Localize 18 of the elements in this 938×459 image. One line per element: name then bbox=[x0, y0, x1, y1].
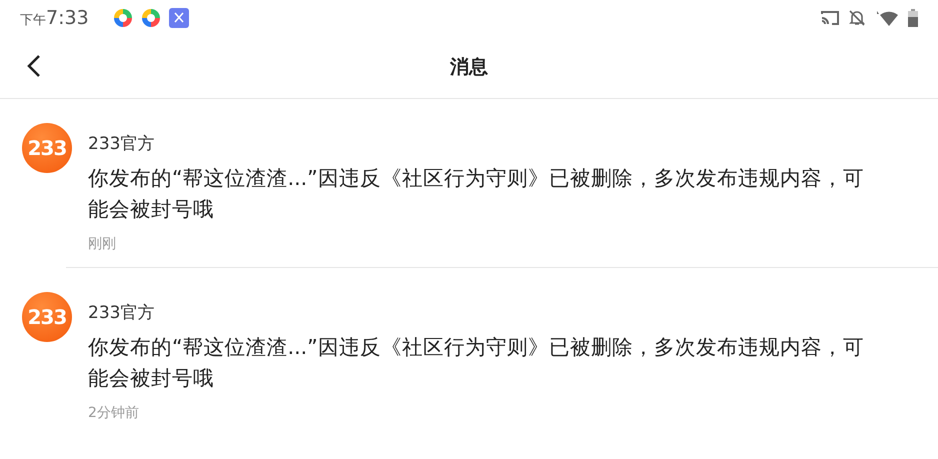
message-text: 你发布的“帮这位渣渣...”因违反《社区行为守则》已被删除，多次发布违规内容，可能会被封号哦 bbox=[88, 334, 865, 392]
avatar-logo: 233 bbox=[22, 123, 72, 173]
message-time: 刚刚 bbox=[88, 235, 117, 253]
status-time: 下午7:33 bbox=[20, 7, 89, 29]
page-title: 消息 bbox=[450, 55, 488, 80]
message-time: 2分钟前 bbox=[88, 404, 140, 422]
avatar-logo: 233 bbox=[22, 292, 72, 342]
scissors-app-icon bbox=[168, 8, 189, 28]
bell-off-icon bbox=[848, 9, 866, 27]
sender-name: 233官方 bbox=[88, 302, 156, 324]
sender-name: 233官方 bbox=[88, 133, 156, 155]
message-text: 你发布的“帮这位渣渣...”因违反《社区行为守则》已被删除，多次发布违规内容，可能会被封号哦 bbox=[88, 165, 865, 223]
cast-icon bbox=[820, 10, 840, 26]
app-icon bbox=[112, 8, 133, 28]
app-icon bbox=[140, 8, 161, 28]
wifi-icon bbox=[874, 9, 900, 27]
chevron-left-icon bbox=[27, 54, 41, 78]
battery-icon bbox=[908, 9, 918, 27]
